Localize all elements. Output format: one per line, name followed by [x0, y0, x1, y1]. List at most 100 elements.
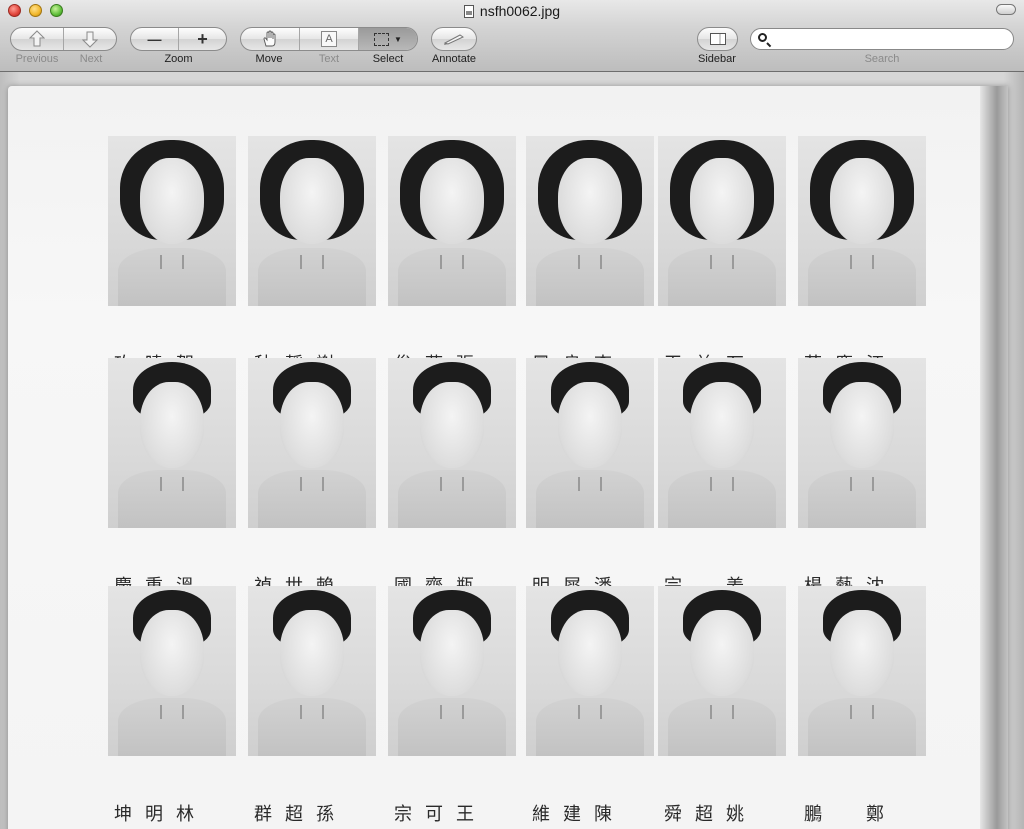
window-title: nsfh0062.jpg: [0, 3, 1024, 19]
scanned-page: 玫曉賀秋靜謝俊燕張鳳良李玉益石蘇慶汪慶重溫禎世賴國齊瓶明犀潘宗 姜楊藝沈坤明林群…: [8, 86, 1008, 829]
face: [830, 610, 894, 696]
search-label: Search: [864, 53, 900, 65]
face: [280, 158, 344, 244]
move-tool-button[interactable]: [241, 28, 299, 50]
prev-next-segment: [10, 27, 117, 51]
text-tool-button[interactable]: A: [299, 28, 358, 50]
face: [830, 382, 894, 468]
shirt-collar: [440, 704, 464, 719]
student-photo: [526, 136, 654, 306]
student-photo: [248, 358, 376, 528]
sidebar-cell[interactable]: [698, 28, 737, 50]
hand-icon: [263, 30, 276, 47]
zoom-label: Zoom: [164, 53, 193, 65]
toolbar-toggle-button[interactable]: [996, 4, 1016, 15]
face: [690, 382, 754, 468]
page-binding-edge: [980, 86, 1008, 829]
shirt-collar: [850, 254, 874, 269]
face: [420, 610, 484, 696]
zoom-out-button[interactable]: —: [131, 28, 178, 50]
shirt-collar: [300, 476, 324, 491]
move-label: Move: [255, 53, 283, 65]
shirt-collar: [160, 254, 184, 269]
student-photo: [388, 136, 516, 306]
zoom-in-button[interactable]: +: [178, 28, 226, 50]
shirt-collar: [578, 704, 602, 719]
student-photo: [108, 358, 236, 528]
select-label: Select: [372, 53, 404, 65]
annotate-label: Annotate: [431, 53, 477, 65]
face: [558, 158, 622, 244]
student-photo: [798, 136, 926, 306]
student-photo: [108, 136, 236, 306]
student-photo: [526, 586, 654, 756]
shirt-collar: [850, 704, 874, 719]
face: [420, 382, 484, 468]
student-name: 群超孫: [254, 804, 347, 825]
shirt-collar: [578, 476, 602, 491]
chevron-down-icon: ▼: [394, 34, 402, 44]
text-label: Text: [318, 53, 340, 65]
face: [140, 610, 204, 696]
marquee-select-icon: [374, 32, 390, 46]
zoom-segment: — +: [130, 27, 227, 51]
student-photo: [658, 136, 786, 306]
student-photo: [526, 358, 654, 528]
face: [140, 382, 204, 468]
previous-button[interactable]: [11, 28, 63, 50]
previous-label: Previous: [15, 53, 59, 65]
next-button[interactable]: [63, 28, 116, 50]
student-name: 維建陳: [532, 804, 625, 825]
shirt-collar: [300, 254, 324, 269]
face: [558, 382, 622, 468]
face: [690, 610, 754, 696]
shirt-collar: [440, 476, 464, 491]
search-icon: [758, 33, 767, 42]
annotate-button[interactable]: [431, 27, 477, 51]
search-input[interactable]: [773, 31, 1007, 49]
student-photo: [798, 358, 926, 528]
student-photo: [248, 586, 376, 756]
up-arrow-icon: [29, 30, 45, 47]
student-name: 鵬 鄭: [804, 804, 897, 825]
next-label: Next: [79, 53, 103, 65]
shirt-collar: [300, 704, 324, 719]
student-name: 宗可王: [394, 804, 487, 825]
face: [280, 382, 344, 468]
face: [280, 610, 344, 696]
student-name: 坤明林: [114, 804, 207, 825]
shirt-collar: [440, 254, 464, 269]
sidebar-button[interactable]: [697, 27, 738, 51]
text-select-icon: A: [321, 31, 337, 47]
student-photo: [248, 136, 376, 306]
window-title-text: nsfh0062.jpg: [479, 3, 561, 19]
shirt-collar: [160, 704, 184, 719]
student-photo: [108, 586, 236, 756]
down-arrow-icon: [82, 31, 98, 48]
student-photo: [658, 586, 786, 756]
face: [690, 158, 754, 244]
search-field[interactable]: [750, 28, 1014, 50]
face: [830, 158, 894, 244]
shirt-collar: [160, 476, 184, 491]
student-photo: [658, 358, 786, 528]
face: [558, 610, 622, 696]
document-view[interactable]: 玫曉賀秋靜謝俊燕張鳳良李玉益石蘇慶汪慶重溫禎世賴國齊瓶明犀潘宗 姜楊藝沈坤明林群…: [0, 72, 1024, 829]
shirt-collar: [850, 476, 874, 491]
select-tool-button[interactable]: ▼: [358, 28, 417, 50]
student-photo: [388, 586, 516, 756]
student-name: 舜超姚: [664, 804, 757, 825]
shirt-collar: [710, 476, 734, 491]
face: [140, 158, 204, 244]
sidebar-icon: [709, 33, 726, 45]
pencil-icon: [443, 34, 465, 45]
annotate-cell[interactable]: [432, 28, 476, 50]
document-icon: [463, 5, 474, 18]
student-photo: [798, 586, 926, 756]
sidebar-label: Sidebar: [698, 53, 736, 65]
tool-segment: A ▼: [240, 27, 418, 51]
window-toolbar: nsfh0062.jpg Previous Next — + Zoom A ▼ …: [0, 0, 1024, 72]
shirt-collar: [578, 254, 602, 269]
student-photo: [388, 358, 516, 528]
face: [420, 158, 484, 244]
